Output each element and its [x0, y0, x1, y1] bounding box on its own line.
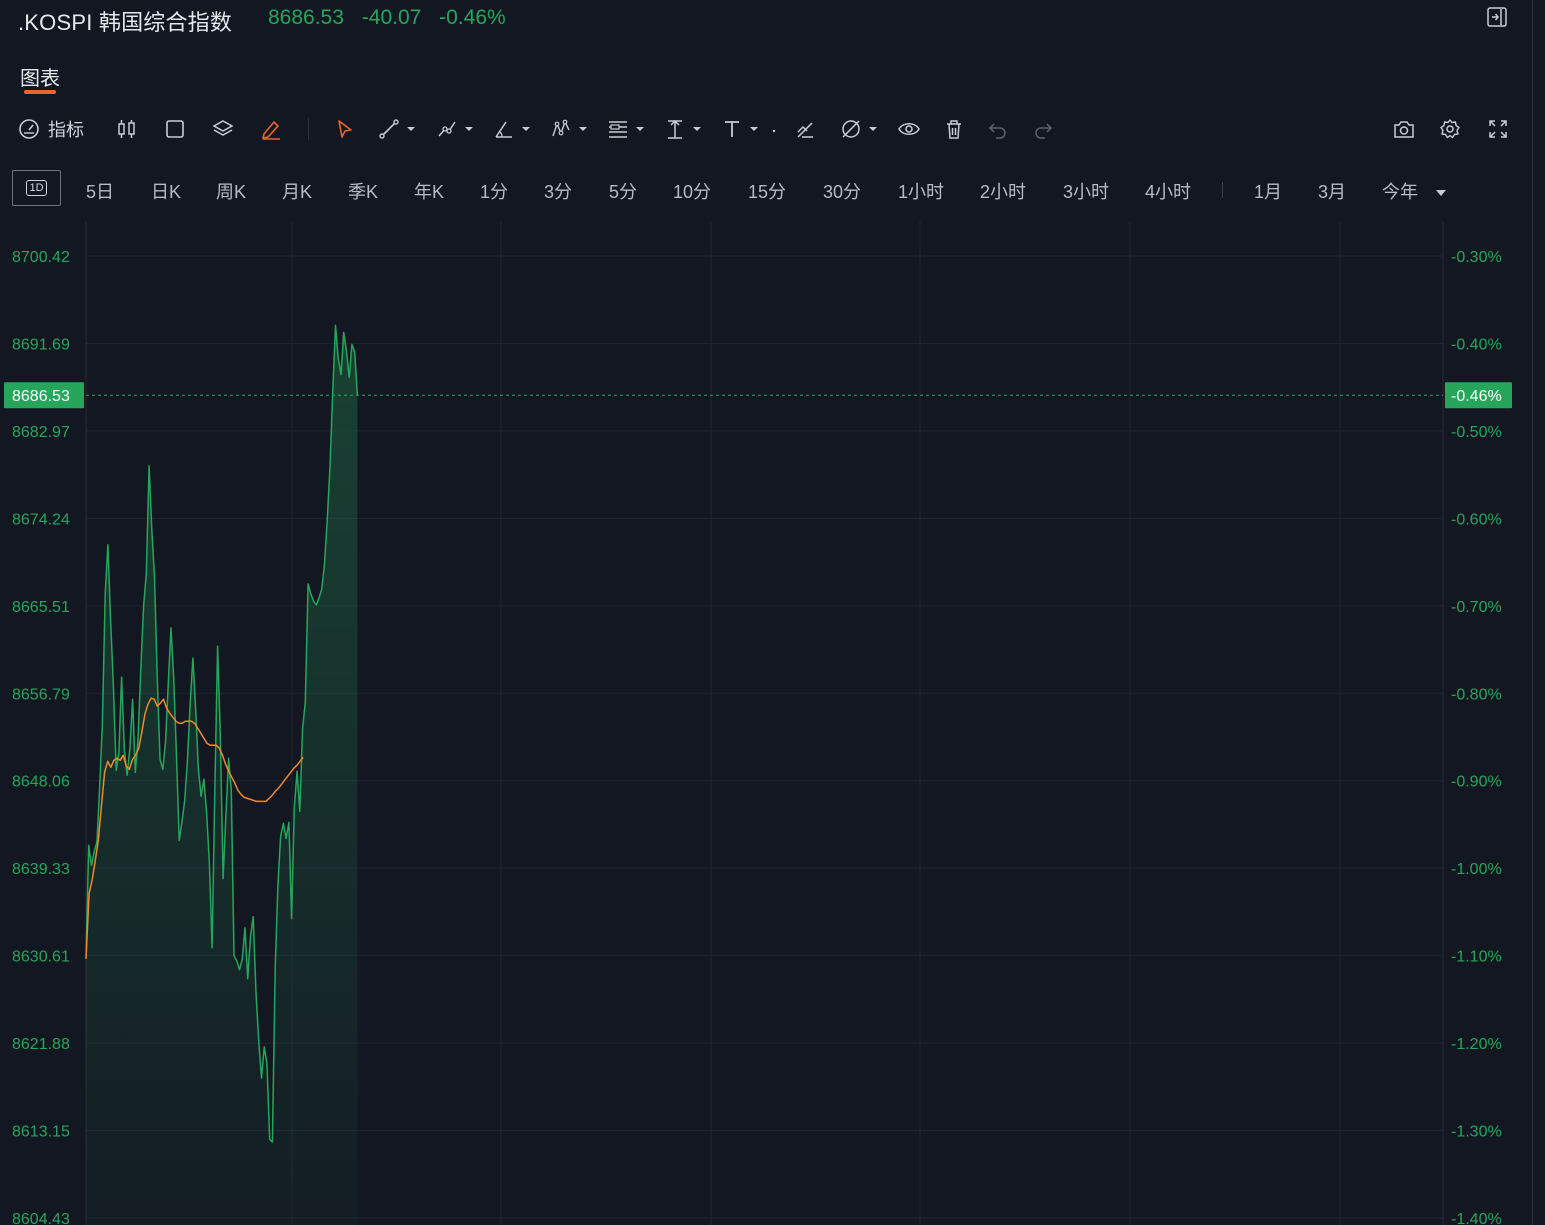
period-item[interactable]: 日K [151, 178, 181, 204]
chevron-down-icon [407, 127, 415, 131]
cursor-icon[interactable] [335, 116, 355, 142]
period-item[interactable]: 月K [282, 178, 312, 204]
gauge-icon [19, 119, 39, 139]
chevron-down-icon [869, 127, 877, 131]
y-axis-tick-left: 8691.69 [12, 336, 70, 353]
y-axis-tick-right: -0.70% [1451, 599, 1502, 616]
quote-summary: 8686.53 -40.07 -0.46% [268, 6, 518, 30]
period-item[interactable]: 10分 [673, 178, 711, 204]
fib-retracement-icon[interactable] [607, 116, 645, 142]
range-item[interactable]: 1月 [1254, 178, 1282, 204]
period-divider [1222, 182, 1223, 198]
symbol-title: .KOSPI 韩国综合指数 [18, 10, 233, 35]
y-axis-tick-right: -0.60% [1451, 511, 1502, 528]
y-axis-tick-left: 8613.15 [12, 1124, 70, 1141]
range-item-label: 今年 [1382, 182, 1418, 202]
period-item[interactable]: 1小时 [898, 178, 944, 204]
trend-line-icon[interactable] [378, 116, 416, 142]
current-price-label: 8686.53 [12, 388, 70, 405]
price-change: -40.07 [361, 6, 422, 29]
magic-pen-icon[interactable] [840, 116, 878, 142]
y-axis-tick-left: 8648.06 [12, 774, 70, 791]
indicators-label: 指标 [48, 120, 84, 140]
chevron-down-icon [750, 127, 758, 131]
active-tab-indicator [24, 90, 56, 94]
app: .KOSPI 韩国综合指数 8686.53 -40.07 -0.46% 图表 指… [0, 0, 1545, 1225]
y-axis-tick-right: -1.00% [1451, 861, 1502, 878]
eye-icon[interactable] [897, 116, 921, 142]
layers-icon[interactable] [212, 116, 234, 142]
chevron-down-icon [465, 127, 473, 131]
brush-icon[interactable] [260, 116, 282, 142]
text-icon[interactable] [721, 116, 759, 142]
chevron-down-icon [636, 127, 644, 131]
y-axis-tick-left: 8621.88 [12, 1036, 70, 1053]
y-axis-tick-right: -1.10% [1451, 949, 1502, 966]
period-bar: 1D 5日 日K 周K 月K 季K 年K 1分 3分 5分 10分 15分 30… [0, 170, 1545, 210]
gear-icon[interactable] [1439, 116, 1461, 142]
period-item[interactable]: 3分 [544, 178, 572, 204]
drawing-toolbar: 指标 [0, 110, 1545, 148]
multi-point-line-icon[interactable] [436, 116, 474, 142]
y-axis-tick-left: 8639.33 [12, 861, 70, 878]
rectangle-icon[interactable] [164, 116, 186, 142]
y-axis-tick-right: -1.20% [1451, 1036, 1502, 1053]
quote-header: .KOSPI 韩国综合指数 8686.53 -40.07 -0.46% [0, 0, 1545, 40]
y-axis-tick-right: -0.40% [1451, 336, 1502, 353]
y-axis-tick-left: 8630.61 [12, 949, 70, 966]
chevron-down-icon [522, 127, 530, 131]
period-item[interactable]: 30分 [823, 178, 861, 204]
fullscreen-icon[interactable] [1487, 116, 1509, 142]
y-axis-tick-left: 8604.43 [12, 1211, 70, 1225]
right-edge-border [1532, 0, 1533, 1225]
undo-icon[interactable] [987, 116, 1009, 142]
price-change-pct: -0.46% [439, 6, 506, 29]
y-axis-tick-left: 8674.24 [12, 511, 70, 528]
tab-chart[interactable]: 图表 [20, 62, 60, 91]
y-axis-tick-right: -1.30% [1451, 1124, 1502, 1141]
period-item[interactable]: 15分 [748, 178, 786, 204]
trash-icon[interactable] [943, 116, 965, 142]
y-axis-tick-right: -0.80% [1451, 686, 1502, 703]
y-axis-tick-right: -0.30% [1451, 249, 1502, 266]
period-item[interactable]: 2小时 [980, 178, 1026, 204]
camera-icon[interactable] [1393, 116, 1415, 142]
period-item[interactable]: 周K [216, 178, 246, 204]
measure-icon[interactable] [664, 116, 702, 142]
dot-icon[interactable] [770, 116, 778, 142]
period-1d-button[interactable]: 1D [12, 170, 61, 206]
period-item[interactable]: 年K [414, 178, 444, 204]
eraser-icon[interactable] [794, 116, 816, 142]
range-item-dropdown[interactable]: 今年 [1382, 178, 1447, 204]
candle-type-icon[interactable] [116, 116, 138, 142]
chevron-down-icon [1436, 190, 1447, 197]
angle-icon[interactable] [493, 116, 531, 142]
collapse-panel-icon[interactable] [1486, 6, 1508, 28]
period-1d-label: 1D [26, 180, 47, 196]
y-axis-tick-left: 8656.79 [12, 686, 70, 703]
period-item[interactable]: 4小时 [1145, 178, 1191, 204]
y-axis-tick-left: 8682.97 [12, 424, 70, 441]
pattern-icon[interactable] [550, 116, 588, 142]
y-axis-tick-left: 8700.42 [12, 249, 70, 266]
price-chart[interactable]: 8700.42 -0.30% 8691.69 -0.40% 8682.97 -0.50% 8… [0, 222, 1545, 1225]
y-axis-tick-right: -1.40% [1451, 1211, 1502, 1225]
period-item[interactable]: 3小时 [1063, 178, 1109, 204]
redo-icon[interactable] [1032, 116, 1054, 142]
chart-svg[interactable]: 8700.42 -0.30% 8691.69 -0.40% 8682.97 -0.50% 8… [0, 222, 1545, 1225]
y-axis-tick-left: 8665.51 [12, 599, 70, 616]
y-axis-tick-right: -0.90% [1451, 774, 1502, 791]
period-item[interactable]: 5分 [609, 178, 637, 204]
chevron-down-icon [693, 127, 701, 131]
chevron-down-icon [579, 127, 587, 131]
current-pct-label: -0.46% [1451, 388, 1502, 405]
toolbar-divider [308, 118, 309, 140]
range-item[interactable]: 3月 [1318, 178, 1346, 204]
indicators-button[interactable]: 指标 [18, 116, 84, 142]
period-item[interactable]: 季K [348, 178, 378, 204]
last-price: 8686.53 [268, 6, 344, 29]
period-item[interactable]: 1分 [480, 178, 508, 204]
period-item[interactable]: 5日 [86, 178, 114, 204]
y-axis-tick-right: -0.50% [1451, 424, 1502, 441]
